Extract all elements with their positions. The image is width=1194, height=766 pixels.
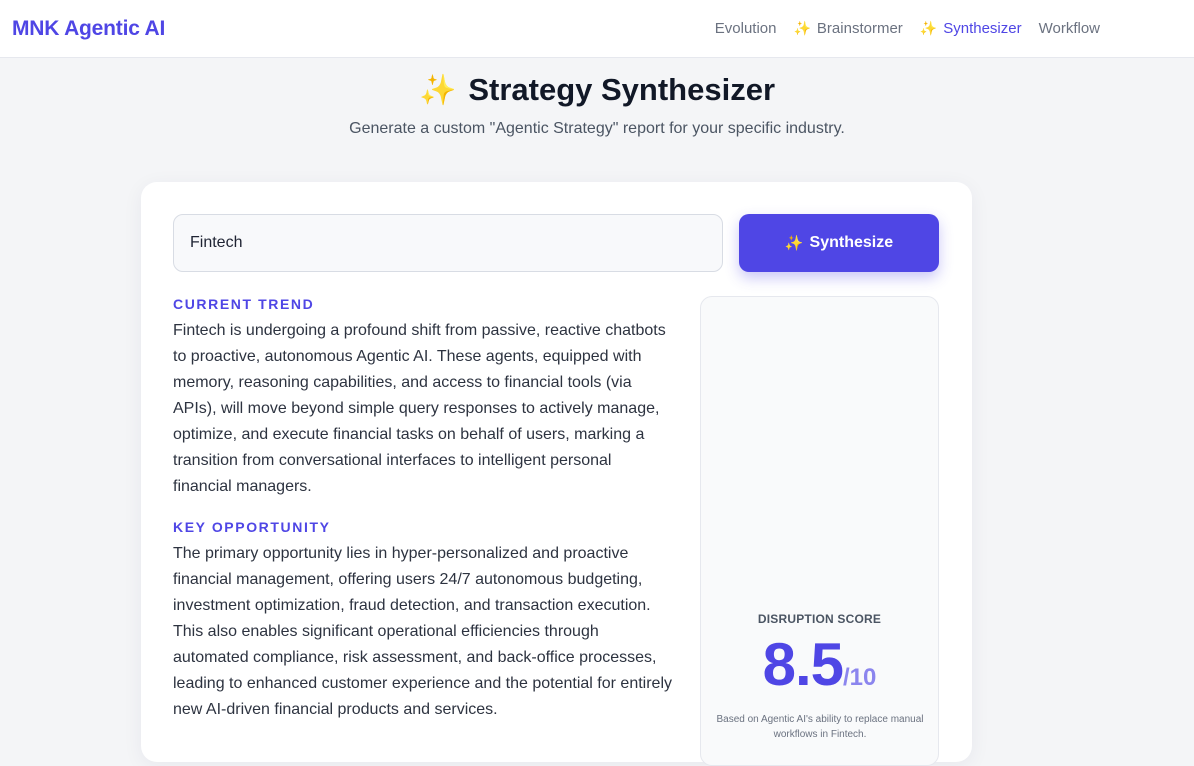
strategy-report: CURRENT TREND Fintech is undergoing a pr… — [173, 296, 673, 723]
page-subtitle: Generate a custom "Agentic Strategy" rep… — [349, 120, 845, 137]
nav-link-label: Workflow — [1038, 20, 1100, 37]
score-max: /10 — [843, 664, 877, 691]
section-text: Fintech is undergoing a profound shift f… — [173, 322, 666, 495]
synthesizer-card: ✨ Synthesize CURRENT TREND Fintech is un… — [141, 182, 972, 766]
nav-link-label: Synthesizer — [943, 20, 1022, 37]
current-trend-section: CURRENT TREND Fintech is undergoing a pr… — [173, 296, 673, 500]
page-title-text: Strategy Synthesizer — [468, 72, 776, 107]
sparkles-icon: ✨ — [919, 20, 938, 36]
nav-link-synthesizer[interactable]: ✨ Synthesizer — [920, 20, 1022, 37]
nav-link-evolution[interactable]: Evolution — [715, 20, 777, 37]
section-text: The primary opportunity lies in hyper-pe… — [173, 545, 672, 718]
disruption-score-panel: DISRUPTION SCORE 8.5/10 Based on Agentic… — [700, 296, 939, 766]
score-note: Based on Agentic AI's ability to replace… — [716, 714, 924, 740]
nav-link-label: Brainstormer — [816, 20, 903, 37]
score-label: DISRUPTION SCORE — [757, 612, 882, 626]
section-heading: KEY OPPORTUNITY — [173, 519, 331, 535]
page-title: ✨ Strategy Synthesizer — [0, 72, 1194, 108]
nav-link-brainstormer[interactable]: ✨ Brainstormer — [793, 20, 902, 37]
synthesize-button-label: Synthesize — [809, 234, 894, 251]
sparkles-icon: ✨ — [418, 73, 457, 107]
nav-links: Evolution ✨ Brainstormer ✨ Synthesizer W… — [698, 20, 1100, 37]
nav-link-workflow[interactable]: Workflow — [1039, 20, 1100, 37]
nav-link-label: Evolution — [714, 20, 777, 37]
top-navbar: MNK Agentic AI Evolution ✨ Brainstormer … — [0, 0, 1194, 58]
key-opportunity-section: KEY OPPORTUNITY The primary opportunity … — [173, 519, 673, 723]
sparkles-icon: ✨ — [793, 20, 811, 36]
industry-input[interactable] — [173, 214, 723, 272]
score-number: 8.5 — [762, 631, 844, 698]
section-heading: CURRENT TREND — [173, 296, 315, 312]
score-value: 8.5/10 — [701, 630, 938, 699]
synthesize-button[interactable]: ✨ Synthesize — [739, 214, 939, 272]
sparkles-icon: ✨ — [784, 235, 804, 252]
brand-logo[interactable]: MNK Agentic AI — [12, 17, 165, 41]
